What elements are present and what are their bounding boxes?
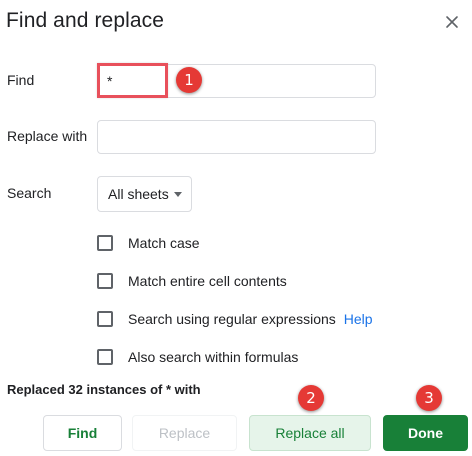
search-label: Search xyxy=(7,185,52,201)
regex-label: Search using regular expressions xyxy=(128,311,336,327)
help-link[interactable]: Help xyxy=(344,311,373,327)
callout-badge-1: 1 xyxy=(176,67,202,93)
dropdown-caret-icon xyxy=(174,192,182,197)
match-entire-cell-checkbox[interactable] xyxy=(97,273,113,289)
close-button[interactable] xyxy=(442,12,462,32)
regex-checkbox[interactable] xyxy=(97,311,113,327)
search-scope-dropdown[interactable]: All sheets xyxy=(97,176,192,212)
find-label: Find xyxy=(7,72,35,88)
match-entire-cell-label: Match entire cell contents xyxy=(128,273,287,289)
match-case-label: Match case xyxy=(128,235,200,251)
callout-badge-3: 3 xyxy=(416,385,442,411)
match-case-checkbox[interactable] xyxy=(97,235,113,251)
option-match-case[interactable]: Match case xyxy=(97,233,200,253)
option-match-entire-cell[interactable]: Match entire cell contents xyxy=(97,271,287,291)
option-regex[interactable]: Search using regular expressions Help xyxy=(97,309,373,329)
replace-button[interactable]: Replace xyxy=(132,415,237,451)
search-scope-value: All sheets xyxy=(108,186,169,202)
callout-badge-2: 2 xyxy=(298,385,324,411)
search-formulas-label: Also search within formulas xyxy=(128,349,299,365)
find-highlight-box xyxy=(97,63,168,98)
done-button[interactable]: Done xyxy=(383,415,468,451)
dialog-title: Find and replace xyxy=(6,9,165,32)
replace-input[interactable] xyxy=(97,120,376,154)
find-button[interactable]: Find xyxy=(43,415,122,451)
close-icon xyxy=(446,16,458,28)
search-formulas-checkbox[interactable] xyxy=(97,349,113,365)
find-replace-dialog: Find and replace Find * Replace with Sea… xyxy=(0,0,472,456)
replace-label: Replace with xyxy=(7,128,88,144)
replace-all-button[interactable]: Replace all xyxy=(249,415,371,451)
status-message: Replaced 32 instances of * with xyxy=(7,382,201,397)
option-search-formulas[interactable]: Also search within formulas xyxy=(97,347,298,367)
